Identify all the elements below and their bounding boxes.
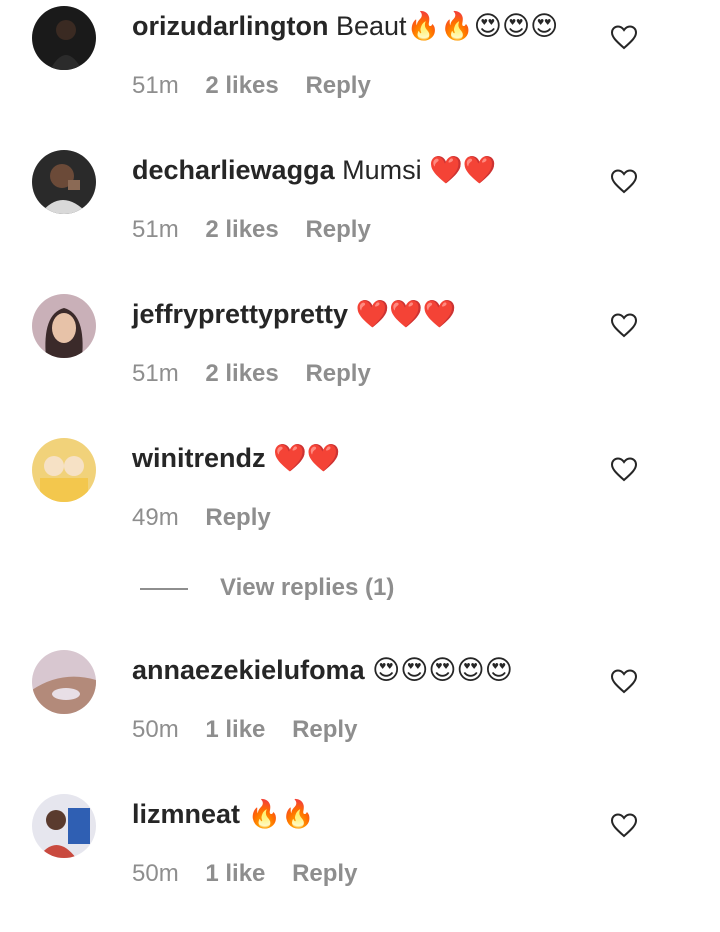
comment-meta: 51m 2 likes Reply xyxy=(132,358,391,390)
comment-meta: 51m 2 likes Reply xyxy=(132,214,391,246)
comment-item: annaezekielufoma 😍😍😍😍😍 50m 1 like Reply xyxy=(0,644,720,788)
comment-text: ❤️❤️❤️ xyxy=(355,299,457,329)
avatar[interactable] xyxy=(32,294,96,358)
reply-button[interactable]: Reply xyxy=(305,360,370,387)
likes-count[interactable]: 2 likes xyxy=(205,216,278,243)
avatar[interactable] xyxy=(32,6,96,70)
avatar[interactable] xyxy=(32,650,96,714)
reply-button[interactable]: Reply xyxy=(305,216,370,243)
comment-text: 😍😍😍😍😍 xyxy=(372,655,513,685)
comment-text: 🔥🔥 xyxy=(247,799,315,829)
heart-outline-icon[interactable] xyxy=(610,312,638,338)
username[interactable]: decharliewagga xyxy=(132,155,335,185)
heart-outline-icon[interactable] xyxy=(610,812,638,838)
comment-line: jeffryprettypretty ❤️❤️❤️ xyxy=(132,296,456,332)
comment-meta: 50m 1 like Reply xyxy=(132,714,377,746)
comment-item: orizudarlington Beaut🔥🔥😍😍😍 51m 2 likes R… xyxy=(0,0,720,144)
comment-line: annaezekielufoma 😍😍😍😍😍 xyxy=(132,652,513,688)
comment-meta: 50m 1 like Reply xyxy=(132,858,377,890)
timestamp: 50m xyxy=(132,860,179,887)
timestamp: 49m xyxy=(132,504,179,531)
likes-count[interactable]: 1 like xyxy=(205,716,265,743)
comment-item: winitrendz ❤️❤️ 49m Reply xyxy=(0,432,720,576)
heart-outline-icon[interactable] xyxy=(610,668,638,694)
reply-button[interactable]: Reply xyxy=(292,860,357,887)
username[interactable]: annaezekielufoma xyxy=(132,655,365,685)
comment-item: decharliewagga Mumsi ❤️❤️ 51m 2 likes Re… xyxy=(0,144,720,288)
comment-line: lizmneat 🔥🔥 xyxy=(132,796,315,832)
comment-line: decharliewagga Mumsi ❤️❤️ xyxy=(132,152,496,188)
reply-button[interactable]: Reply xyxy=(205,504,270,531)
timestamp: 51m xyxy=(132,72,179,99)
username[interactable]: lizmneat xyxy=(132,799,240,829)
heart-outline-icon[interactable] xyxy=(610,24,638,50)
likes-count[interactable]: 2 likes xyxy=(205,360,278,387)
view-replies-button[interactable]: View replies (1) xyxy=(140,572,440,606)
comment-item: lizmneat 🔥🔥 50m 1 like Reply xyxy=(0,788,720,932)
reply-button[interactable]: Reply xyxy=(305,72,370,99)
username[interactable]: orizudarlington xyxy=(132,11,328,41)
comment-meta: 49m Reply xyxy=(132,502,291,534)
comment-item: jeffryprettypretty ❤️❤️❤️ 51m 2 likes Re… xyxy=(0,288,720,432)
view-replies-label: View replies (1) xyxy=(220,574,395,601)
comment-text: ❤️❤️ xyxy=(273,443,341,473)
avatar[interactable] xyxy=(32,150,96,214)
comment-meta: 51m 2 likes Reply xyxy=(132,70,391,102)
likes-count[interactable]: 2 likes xyxy=(205,72,278,99)
comment-line: winitrendz ❤️❤️ xyxy=(132,440,340,476)
reply-button[interactable]: Reply xyxy=(292,716,357,743)
timestamp: 51m xyxy=(132,216,179,243)
avatar[interactable] xyxy=(32,438,96,502)
avatar[interactable] xyxy=(32,794,96,858)
username[interactable]: winitrendz xyxy=(132,443,266,473)
comment-line: orizudarlington Beaut🔥🔥😍😍😍 xyxy=(132,8,558,44)
timestamp: 50m xyxy=(132,716,179,743)
comment-text: Mumsi ❤️❤️ xyxy=(342,155,497,185)
replies-divider xyxy=(140,588,188,590)
likes-count[interactable]: 1 like xyxy=(205,860,265,887)
heart-outline-icon[interactable] xyxy=(610,168,638,194)
heart-outline-icon[interactable] xyxy=(610,456,638,482)
timestamp: 51m xyxy=(132,360,179,387)
comment-text: Beaut🔥🔥😍😍😍 xyxy=(336,11,559,41)
username[interactable]: jeffryprettypretty xyxy=(132,299,348,329)
